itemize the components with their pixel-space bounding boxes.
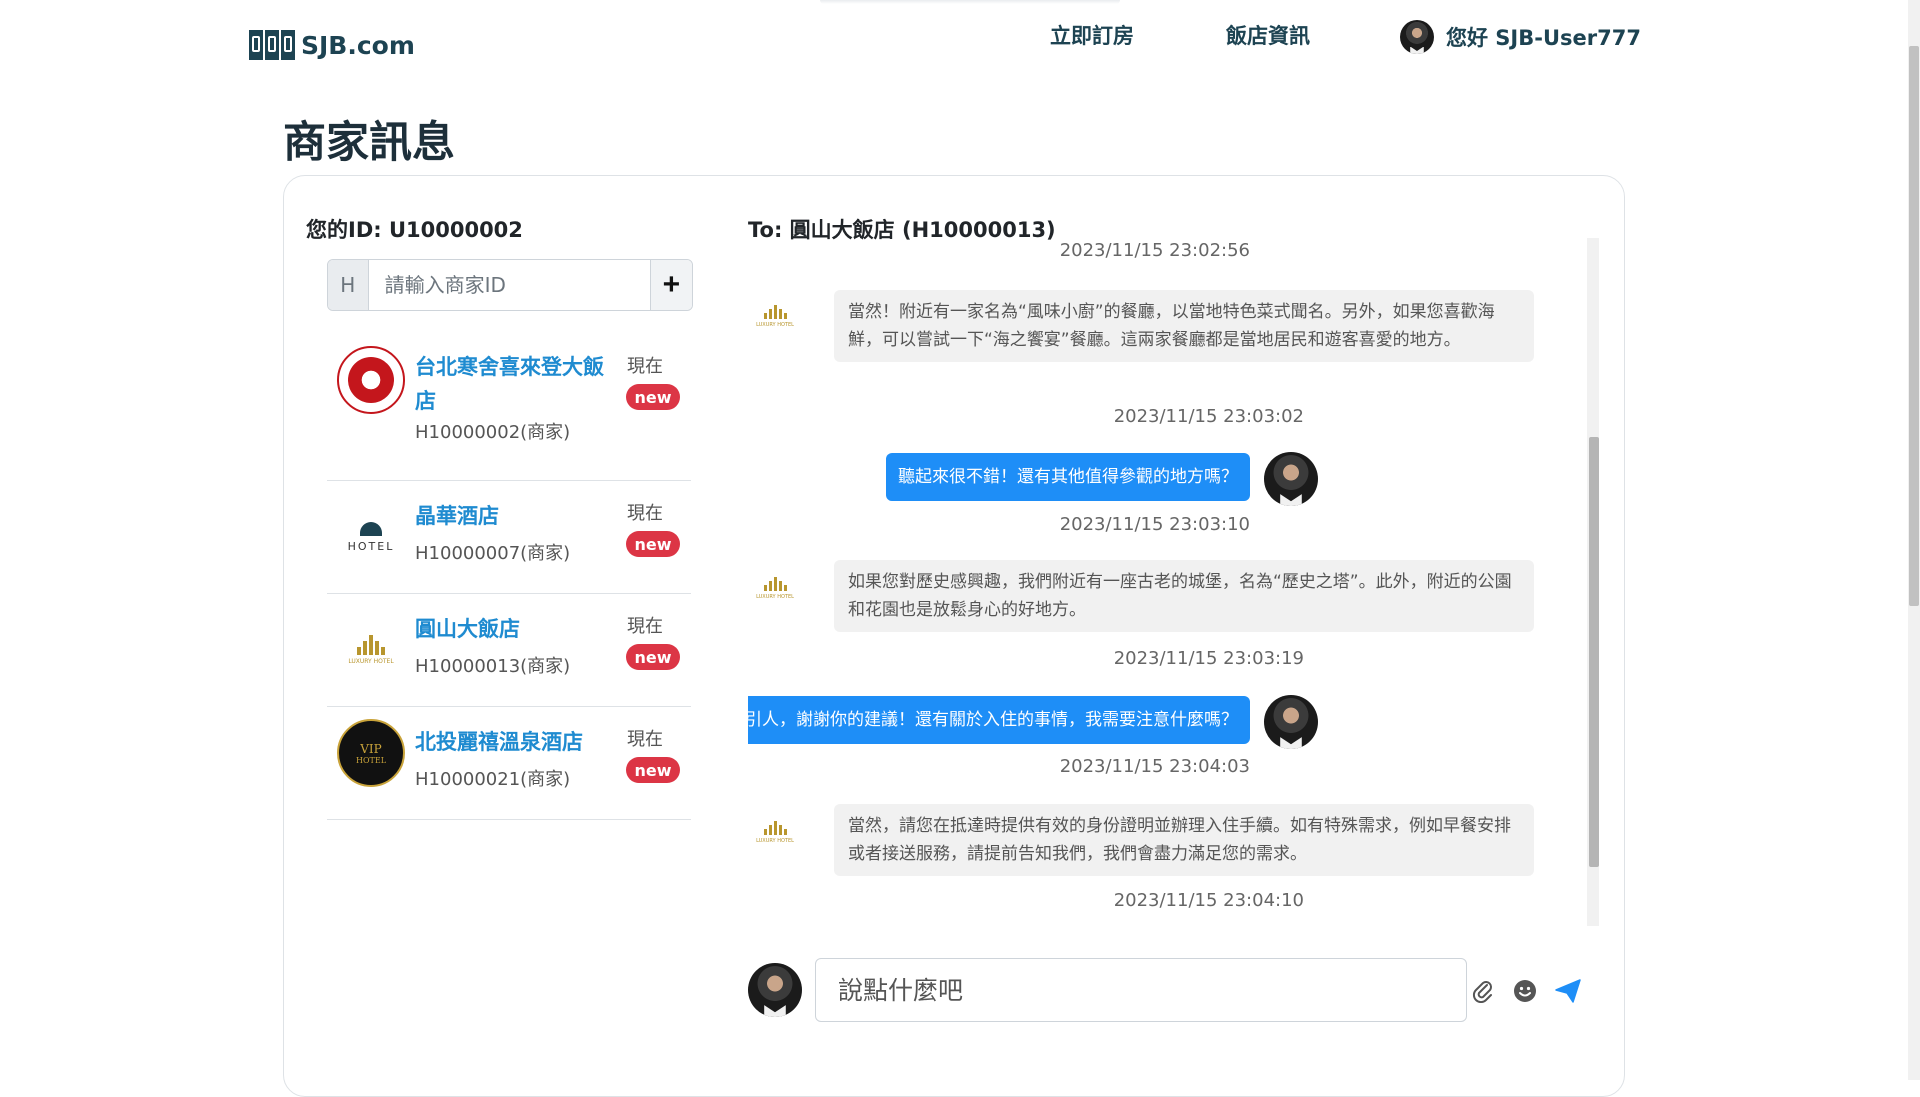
chat-scrollbar-thumb[interactable] — [1589, 437, 1599, 867]
contact-id: H10000007(商家) — [415, 543, 571, 564]
search-prefix: H — [328, 260, 369, 310]
incoming-message: 當然！附近有一家名為“風味小廚”的餐廳，以當地特色菜式聞名。另外，如果您喜歡海鮮… — [834, 290, 1534, 362]
new-badge: new — [626, 757, 680, 783]
contact-time: 現在 — [627, 616, 663, 637]
contact-time: 現在 — [627, 729, 663, 750]
send-icon[interactable] — [1555, 978, 1581, 1004]
message-timestamp: 2023/11/15 23:02:56 — [1059, 240, 1250, 261]
contact-list: 台北寒舍喜來登大飯店 H10000002(商家) 現在 new HOTEL 晶華… — [327, 330, 691, 820]
new-badge: new — [626, 531, 680, 557]
contact-name[interactable]: 圓山大飯店 — [415, 612, 615, 646]
incoming-message: 當然，請您在抵達時提供有效的身份證明並辦理入住手續。如有特殊需求，例如早餐安排或… — [834, 804, 1534, 876]
hotel-dome-icon: HOTEL — [337, 503, 405, 571]
user-greeting: 您好 SJB-User777 — [1446, 26, 1641, 50]
incoming-message: 如果您對歷史感興趣，我們附近有一座古老的城堡，名為“歷史之塔”。此外，附近的公園… — [834, 560, 1534, 632]
contact-name[interactable]: 台北寒舍喜來登大飯店 — [415, 350, 615, 418]
new-badge: new — [626, 644, 680, 670]
vip-hotel-icon: VIP HOTEL — [337, 719, 405, 787]
contact-item[interactable]: 台北寒舍喜來登大飯店 H10000002(商家) 現在 new — [327, 330, 691, 481]
top-shadow — [820, 0, 1120, 4]
your-id: 您的ID: U10000002 — [306, 218, 523, 242]
compose-avatar — [748, 963, 802, 1017]
message-timestamp: 2023/11/15 23:03:02 — [1113, 406, 1304, 427]
contact-time: 現在 — [627, 356, 663, 377]
contact-item[interactable]: HOTEL 晶華酒店 H10000007(商家) 現在 new — [327, 481, 691, 594]
site-logo[interactable]: SJB.com — [249, 30, 415, 60]
page-scrollbar-thumb[interactable] — [1909, 46, 1919, 606]
chat-message-area[interactable]: 2023/11/15 23:02:56 LUXURY HOTEL 當然！附近有一… — [748, 238, 1588, 926]
outgoing-message: 聽起來都很吸引人，謝謝你的建議！還有關於入住的事情，我需要注意什麼嗎？ — [748, 696, 1250, 744]
add-merchant-button[interactable]: + — [649, 260, 692, 310]
message-timestamp: 2023/11/15 23:04:03 — [1059, 756, 1250, 777]
red-flower-seal-icon — [337, 346, 405, 414]
luxury-hotel-icon: LUXURY HOTEL — [751, 292, 799, 340]
luxury-hotel-icon: LUXURY HOTEL — [751, 564, 799, 612]
outgoing-message: 聽起來很不錯！還有其他值得參觀的地方嗎？ — [886, 453, 1250, 501]
contact-id: H10000021(商家) — [415, 769, 571, 790]
contact-item[interactable]: VIP HOTEL 北投麗禧溫泉酒店 H10000021(商家) 現在 new — [327, 707, 691, 820]
luxury-hotel-icon: LUXURY HOTEL — [751, 808, 799, 856]
user-avatar — [1400, 20, 1434, 54]
emoji-icon[interactable] — [1512, 978, 1538, 1004]
new-badge: new — [626, 384, 680, 410]
sender-avatar — [1264, 695, 1318, 749]
nav-book-now[interactable]: 立即訂房 — [1050, 20, 1134, 50]
contact-id: H10000013(商家) — [415, 656, 571, 677]
message-timestamp: 2023/11/15 23:04:10 — [1113, 890, 1304, 911]
contact-name[interactable]: 晶華酒店 — [415, 499, 615, 533]
logo-text: SJB.com — [301, 30, 415, 60]
paperclip-icon[interactable] — [1470, 978, 1496, 1004]
message-input[interactable] — [815, 958, 1467, 1022]
message-timestamp: 2023/11/15 23:03:10 — [1059, 514, 1250, 535]
sender-avatar — [1264, 452, 1318, 506]
message-timestamp: 2023/11/15 23:03:19 — [1113, 648, 1304, 669]
contact-id: H10000002(商家) — [415, 422, 571, 443]
user-menu[interactable]: 您好 SJB-User777 — [1400, 20, 1641, 54]
contact-item[interactable]: LUXURY HOTEL 圓山大飯店 H10000013(商家) 現在 new — [327, 594, 691, 707]
contact-time: 現在 — [627, 503, 663, 524]
merchant-search-group: H + — [327, 259, 693, 311]
nav-hotel-info[interactable]: 飯店資訊 — [1226, 20, 1310, 50]
merchant-id-input[interactable] — [368, 260, 650, 310]
logo-mark — [249, 30, 295, 60]
contact-name[interactable]: 北投麗禧溫泉酒店 — [415, 725, 615, 759]
page-title: 商家訊息 — [283, 118, 455, 168]
luxury-hotel-icon: LUXURY HOTEL — [337, 616, 405, 684]
